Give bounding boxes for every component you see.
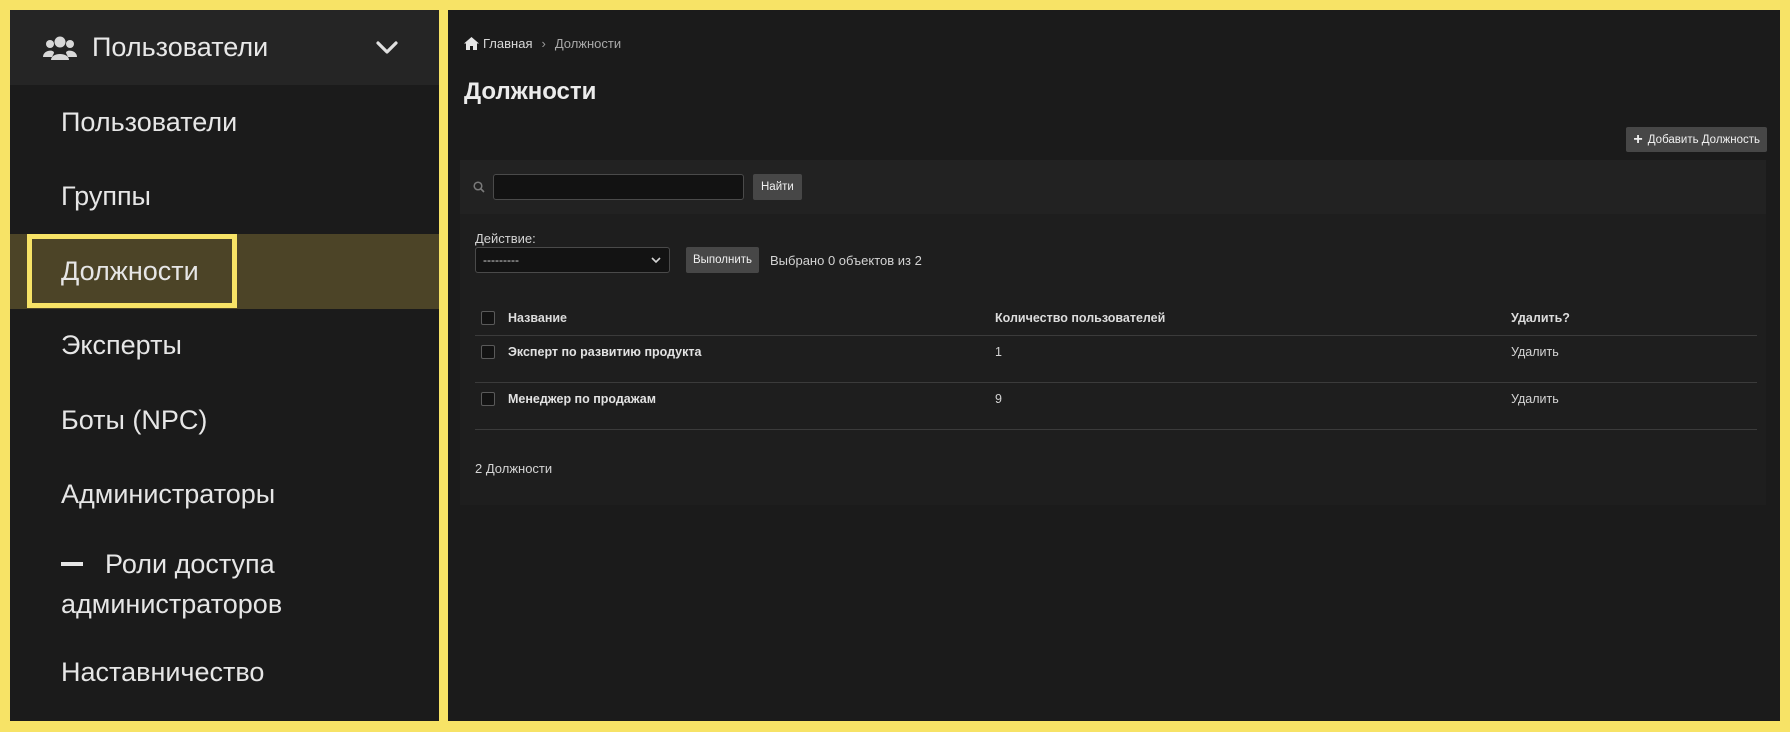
sidebar-item-label: Должности <box>27 234 237 308</box>
sidebar-item-label: Эксперты <box>61 330 182 361</box>
main-content: Главная › Должности Должности + Добавить… <box>448 10 1780 721</box>
plus-icon: + <box>1633 130 1643 148</box>
position-name-link[interactable]: Менеджер по продажам <box>508 392 995 406</box>
table-row: Менеджер по продажам 9 Удалить <box>475 383 1757 430</box>
selection-counter: Выбрано 0 объектов из 2 <box>770 253 922 268</box>
sidebar-item-label: Администраторы <box>61 479 276 510</box>
sidebar-item-label-line2: администраторов <box>61 589 283 619</box>
breadcrumb-current: Должности <box>554 36 622 51</box>
action-select-value: --------- <box>483 253 519 267</box>
positions-table: Название Количество пользователей Удалит… <box>475 301 1757 430</box>
action-select[interactable]: --------- <box>475 247 670 273</box>
sidebar-menu: Пользователи Группы Должности Эксперты Б… <box>10 85 439 710</box>
delete-link[interactable]: Удалить <box>1511 392 1757 406</box>
sidebar-item-positions[interactable]: Должности <box>10 234 439 309</box>
row-checkbox[interactable] <box>481 345 495 359</box>
sidebar-group-header[interactable]: Пользователи <box>10 10 439 85</box>
sidebar-item-admins[interactable]: Администраторы <box>10 458 439 533</box>
action-label: Действие: <box>475 231 536 246</box>
sidebar-group-title: Пользователи <box>92 32 269 62</box>
search-icon <box>473 180 486 194</box>
page-title: Должности <box>464 78 597 105</box>
sidebar-item-admin-roles[interactable]: Роли доступа администраторов <box>10 532 439 635</box>
table-header: Название Количество пользователей Удалит… <box>475 301 1757 336</box>
sidebar-item-label: Группы <box>61 181 151 212</box>
sidebar-item-experts[interactable]: Эксперты <box>10 309 439 384</box>
add-position-button[interactable]: + Добавить Должность <box>1626 127 1767 152</box>
select-all-checkbox[interactable] <box>481 311 495 325</box>
sidebar-item-label-row: Роли доступа <box>61 544 275 584</box>
sidebar-item-label: Пользователи <box>61 106 238 137</box>
sidebar: Пользователи Пользователи Группы Должнос… <box>10 10 439 721</box>
sidebar-item-bots[interactable]: Боты (NPC) <box>10 383 439 458</box>
chevron-down-icon <box>650 254 662 266</box>
sidebar-item-label: Роли доступа <box>105 549 275 579</box>
chevron-down-icon[interactable] <box>375 36 399 60</box>
column-header-delete: Удалить? <box>1511 311 1570 325</box>
sidebar-item-users[interactable]: Пользователи <box>10 85 439 160</box>
result-count: 2 Должности <box>475 461 553 476</box>
dash-icon <box>61 562 83 566</box>
add-position-label: Добавить Должность <box>1647 133 1760 146</box>
search-button[interactable]: Найти <box>753 174 802 200</box>
sidebar-item-mentorship[interactable]: Наставничество <box>10 635 439 710</box>
column-header-count[interactable]: Количество пользователей <box>995 311 1511 325</box>
delete-link[interactable]: Удалить <box>1511 345 1757 359</box>
sidebar-item-label: Наставничество <box>61 656 265 687</box>
table-row: Эксперт по развитию продукта 1 Удалить <box>475 336 1757 383</box>
row-checkbox[interactable] <box>481 392 495 406</box>
column-header-name[interactable]: Название <box>508 311 995 325</box>
breadcrumb-separator: › <box>541 36 546 51</box>
users-icon <box>43 34 80 62</box>
search-bar: Найти <box>460 160 1766 214</box>
run-action-button[interactable]: Выполнить <box>686 247 760 273</box>
active-item-marker <box>0 236 8 310</box>
sidebar-item-groups[interactable]: Группы <box>10 160 439 235</box>
position-name-link[interactable]: Эксперт по развитию продукта <box>508 345 995 359</box>
breadcrumb-home-link[interactable]: Главная <box>483 36 532 51</box>
search-input[interactable] <box>493 174 744 200</box>
user-count: 9 <box>995 392 1002 406</box>
sidebar-item-label: Боты (NPC) <box>61 404 208 435</box>
breadcrumb: Главная › Должности <box>464 36 621 51</box>
home-icon[interactable] <box>464 37 479 50</box>
user-count: 1 <box>995 345 1002 359</box>
